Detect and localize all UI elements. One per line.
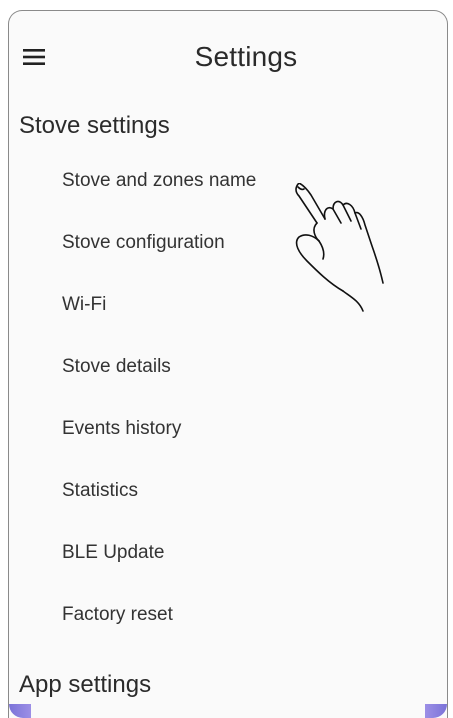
menu-item-stove-configuration[interactable]: Stove configuration [62,232,225,254]
menu-item-stove-and-zones-name[interactable]: Stove and zones name [62,170,256,192]
stove-settings-heading: Stove settings [19,112,170,139]
bottom-accent-left [9,704,31,718]
tap-hand-icon [295,183,384,312]
menu-item-factory-reset[interactable]: Factory reset [62,604,173,626]
app-settings-heading[interactable]: App settings [19,671,151,699]
menu-item-wifi[interactable]: Wi-Fi [62,294,106,316]
menu-item-events-history[interactable]: Events history [62,418,181,440]
menu-item-statistics[interactable]: Statistics [62,480,138,502]
page-title: Settings [194,41,298,72]
settings-screen: Settings Stove settings Stove and zones … [8,10,448,718]
menu-item-ble-update[interactable]: BLE Update [62,542,164,564]
bottom-accent-right [425,704,447,718]
menu-item-stove-details[interactable]: Stove details [62,356,171,378]
app-header: Settings [9,11,447,101]
